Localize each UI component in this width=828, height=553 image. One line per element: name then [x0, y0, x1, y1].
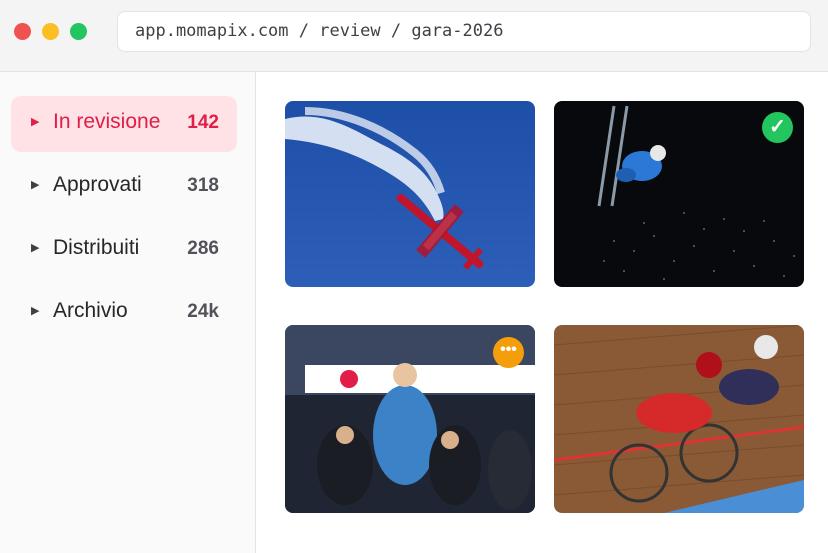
sidebar: ▶ In revisione 142 ▶ Approvati 318 ▶ Dis…	[0, 72, 256, 553]
caret-right-icon: ▶	[31, 116, 40, 128]
approved-check-icon: ✓	[762, 112, 793, 143]
sidebar-item-approvati[interactable]: ▶ Approvati 318	[11, 159, 237, 215]
photo-thumbnail-skier[interactable]: ✓	[554, 101, 804, 287]
caret-right-icon: ▶	[31, 305, 40, 317]
minimize-window-icon[interactable]	[42, 23, 59, 40]
close-window-icon[interactable]	[14, 23, 31, 40]
photo-thumbnail-cycling[interactable]	[554, 325, 804, 513]
photo-thumbnail-plane[interactable]	[285, 101, 535, 287]
caret-right-icon: ▶	[31, 242, 40, 254]
sidebar-item-label: Approvati	[53, 173, 142, 196]
sidebar-item-in-revisione[interactable]: ▶ In revisione 142	[11, 96, 237, 152]
maximize-window-icon[interactable]	[70, 23, 87, 40]
sidebar-item-count: 142	[187, 112, 219, 133]
sidebar-item-label: Distribuiti	[53, 236, 140, 259]
browser-chrome: app.momapix.com / review / gara-2026	[0, 0, 828, 72]
caret-right-icon: ▶	[31, 179, 40, 191]
address-bar[interactable]: app.momapix.com / review / gara-2026	[117, 11, 811, 52]
sidebar-item-archivio[interactable]: ▶ Archivio 24k	[11, 285, 237, 341]
sidebar-item-label: Archivio	[53, 299, 128, 322]
sidebar-item-count: 318	[187, 175, 219, 196]
photo-thumbnail-podium[interactable]: •••	[285, 325, 535, 513]
sidebar-item-count: 24k	[187, 301, 219, 322]
address-bar-url: app.momapix.com / review / gara-2026	[135, 21, 504, 41]
plane-photo	[285, 101, 535, 287]
sidebar-item-count: 286	[187, 238, 219, 259]
cycling-photo	[554, 325, 804, 513]
sidebar-item-label: In revisione	[53, 110, 161, 133]
more-options-icon[interactable]: •••	[493, 337, 524, 368]
sidebar-item-distribuiti[interactable]: ▶ Distribuiti 286	[11, 222, 237, 278]
